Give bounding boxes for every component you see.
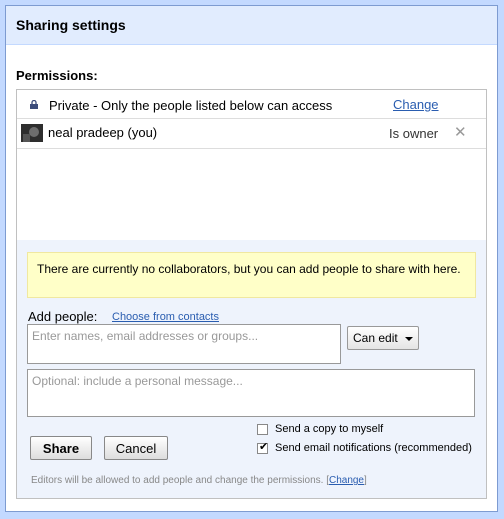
footer-text: Editors will be allowed to add people an… (31, 475, 324, 486)
notice-text: There are currently no collaborators, bu… (37, 262, 461, 276)
personal-message-input[interactable] (27, 369, 475, 417)
cancel-button[interactable]: Cancel (104, 436, 168, 460)
share-button[interactable]: Share (30, 436, 92, 460)
permissions-box: Private - Only the people listed below c… (16, 89, 487, 499)
close-icon[interactable]: ✕ (454, 123, 467, 141)
permissions-label: Permissions: (16, 68, 98, 83)
user-row: neal pradeep (you) Is owner ✕ (17, 119, 486, 149)
avatar (21, 124, 43, 142)
footer-change-link[interactable]: Change (329, 475, 364, 486)
add-people-input[interactable] (27, 324, 341, 364)
change-visibility-link[interactable]: Change (393, 97, 439, 112)
choose-from-contacts-link[interactable]: Choose from contacts (112, 311, 219, 323)
collaborators-notice: There are currently no collaborators, bu… (27, 252, 476, 298)
dialog-title: Sharing settings (16, 17, 126, 33)
add-people-label: Add people: (28, 309, 98, 324)
sharing-dialog: Sharing settings Permissions: Private - … (5, 5, 498, 512)
visibility-row: Private - Only the people listed below c… (17, 90, 486, 119)
checkmark-icon: ✔ (259, 441, 269, 453)
add-people-panel: There are currently no collaborators, bu… (17, 240, 486, 498)
send-email-checkbox[interactable]: ✔ (257, 441, 269, 454)
permission-select[interactable]: Can edit (347, 326, 419, 350)
user-name: neal pradeep (you) (48, 125, 158, 140)
visibility-text: Private - Only the people listed below c… (49, 98, 333, 113)
send-copy-label: Send a copy to myself (275, 423, 384, 435)
lock-icon (30, 100, 38, 109)
send-copy-checkbox[interactable] (257, 424, 268, 435)
chevron-down-icon (405, 337, 413, 341)
footer-note: Editors will be allowed to add people an… (31, 475, 367, 486)
footer-close-bracket: ] (364, 475, 367, 486)
user-role: Is owner (389, 126, 439, 141)
permission-select-label: Can edit (353, 331, 398, 345)
dialog-titlebar: Sharing settings (6, 6, 497, 45)
send-email-label: Send email notifications (recommended) (275, 442, 472, 454)
